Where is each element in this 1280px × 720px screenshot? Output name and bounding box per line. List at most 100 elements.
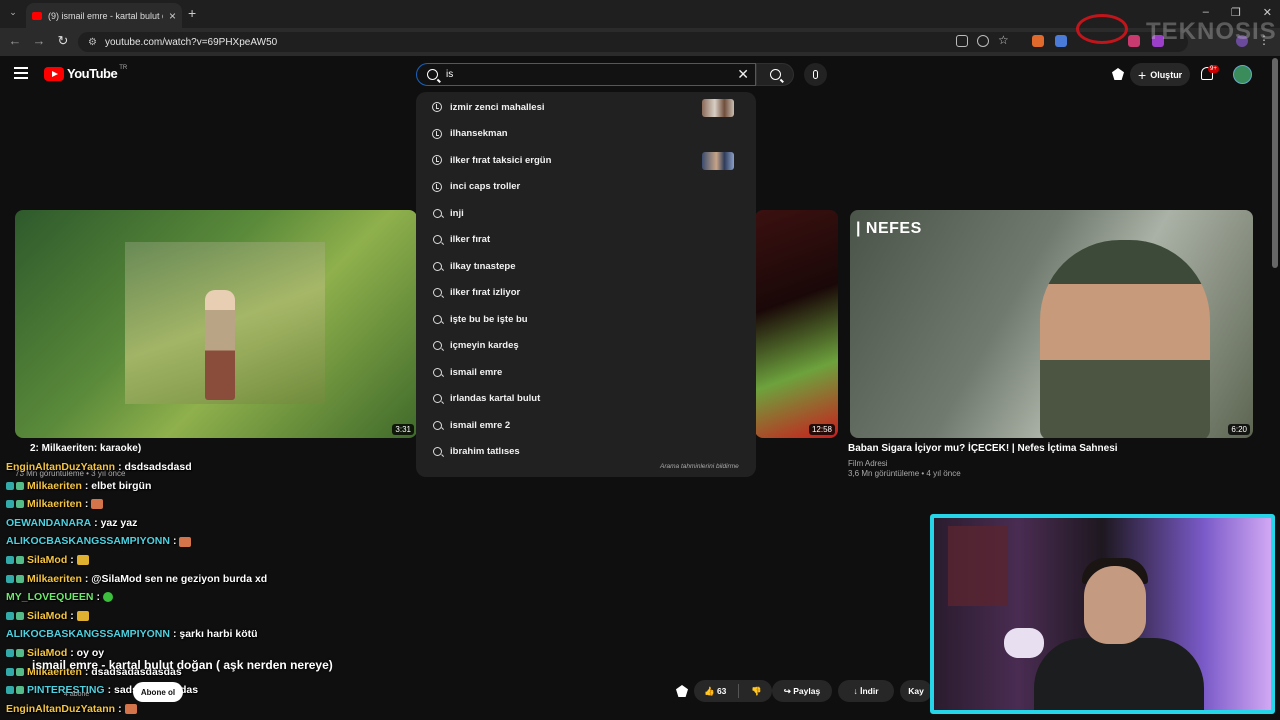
suggestion-text: inji (450, 207, 464, 219)
like-count: 63 (716, 685, 727, 696)
chat-text: : (172, 535, 177, 548)
video-title-3[interactable]: Baban Sigara İçiyor mu? İÇECEK! | Nefes … (848, 443, 1118, 454)
chat-message: MY_LOVEQUEEN: (6, 591, 114, 603)
chat-text: : (70, 554, 74, 566)
chat-username: ALIKOCBASKANGSSAMPIYONN (6, 628, 170, 641)
suggestion-text: ismail emre 2 (450, 419, 511, 431)
suggestion-item[interactable]: ilker fırat (416, 227, 756, 254)
close-tab-icon[interactable]: × (169, 9, 176, 23)
chat-badge-icon (6, 686, 14, 695)
extension-translate-icon[interactable] (1055, 35, 1067, 47)
video-duration-2: 12:58 (808, 424, 835, 435)
browser-tab[interactable]: (9) ismail emre - kartal bulut do × (26, 3, 182, 28)
tab-title: (9) ismail emre - kartal bulut do (48, 10, 163, 21)
video-meta-3: 3,6 Mn görüntüleme • 4 yıl önce (848, 469, 961, 478)
url-text: youtube.com/watch?v=69PHXpeAW50 (104, 36, 278, 48)
search-suggestions-dropdown: izmir zenci mahallesi ilhansekman ilker fı… (416, 92, 756, 477)
chat-emote-icon (103, 592, 114, 603)
chat-badge-icon (16, 500, 24, 509)
create-button[interactable]: + Oluştur (1130, 63, 1190, 86)
search-button[interactable] (756, 63, 794, 86)
address-bar[interactable]: ⚙ youtube.com/watch?v=69PHXpeAW50 (78, 32, 1188, 52)
hamburger-menu-icon[interactable] (14, 67, 28, 79)
save-button[interactable]: Kay (900, 680, 932, 702)
search-icon (427, 69, 438, 80)
save-label: Kay (908, 686, 924, 696)
suggestion-item[interactable]: inci caps troller (416, 174, 756, 201)
suggestion-item[interactable]: ilhansekman (416, 121, 756, 148)
search-icon (432, 235, 442, 245)
suggestion-item[interactable]: inji (416, 200, 756, 227)
chat-message: ALIKOCBASKANGSSAMPIYONN: (6, 535, 192, 548)
voice-search-button[interactable] (804, 63, 827, 86)
chat-badge-icon (6, 574, 14, 583)
chat-emote-icon (91, 499, 104, 510)
suggestion-item[interactable]: ilkay tınastepe (416, 253, 756, 280)
logo-ring-icon (1076, 14, 1128, 44)
site-info-icon[interactable]: ⚙ (88, 37, 97, 48)
video-thumbnail-1[interactable]: 3:31 (15, 210, 417, 438)
suggestion-thumbnail (702, 99, 734, 117)
install-app-icon[interactable] (956, 35, 968, 47)
report-predictions-link[interactable]: Arama tahminlerini bildirme (660, 463, 739, 470)
chat-badge-icon (16, 481, 24, 490)
download-button[interactable]: ↓ İndir (838, 680, 894, 702)
avatar[interactable] (1233, 65, 1252, 84)
suggestion-text: inci caps troller (450, 181, 521, 193)
chat-badge-icon (16, 667, 24, 676)
reload-icon[interactable]: ↻ (54, 33, 72, 49)
search-input[interactable]: is ✕ (416, 63, 756, 86)
suggestion-item[interactable]: ismail emre 2 (416, 412, 756, 439)
download-label: İndir (860, 686, 879, 696)
clear-search-icon[interactable]: ✕ (737, 66, 749, 83)
bookmark-star-icon[interactable]: ☆ (998, 33, 1009, 47)
zoom-icon[interactable] (977, 35, 989, 47)
search-icon (432, 314, 442, 324)
page-scrollbar[interactable] (1272, 58, 1278, 268)
thumbnail-overlay-text: | NEFES (856, 220, 922, 237)
suggestion-text: ilker fırat taksici ergün (450, 154, 552, 166)
chat-text: : (118, 702, 122, 715)
player-video-title: ismail emre - kartal bulut doğan ( aşk n… (32, 658, 333, 672)
history-icon (432, 128, 442, 139)
dislike-icon[interactable]: 👎 (751, 686, 762, 697)
forward-icon[interactable]: → (30, 33, 48, 48)
chat-username: SilaMod (27, 554, 68, 566)
chat-username: SilaMod (27, 609, 68, 622)
youtube-logo[interactable]: YouTube TR (44, 65, 127, 81)
suggestion-item[interactable]: irlandas kartal bulut (416, 386, 756, 413)
video-thumbnail-3[interactable]: | NEFES 6:20 (850, 210, 1253, 438)
suggestion-item[interactable]: ilker fırat izliyor (416, 280, 756, 307)
suggestion-item[interactable]: ilker fırat taksici ergün (416, 147, 756, 174)
tab-search-button[interactable]: ⌄ (6, 7, 20, 21)
chat-text: : şarkı harbi kötü (172, 628, 258, 641)
like-separator (738, 684, 740, 698)
video-thumbnail-2[interactable]: 12:58 (755, 210, 838, 438)
chat-username: OEWANDANARA (6, 516, 92, 529)
suggestion-item[interactable]: ismail emre (416, 359, 756, 386)
suggestion-text: ismail emre (450, 366, 503, 378)
search-icon (432, 208, 442, 218)
extension-fox-icon[interactable] (1032, 35, 1044, 47)
chat-badge-icon (16, 686, 24, 695)
chat-message: Milkaeriten: (6, 498, 104, 510)
suggestion-item[interactable]: içmeyin kardeş (416, 333, 756, 360)
back-icon[interactable]: ← (6, 33, 24, 48)
video-channel-3[interactable]: Film Adresi (848, 459, 888, 468)
suggestion-text: ilker fırat (450, 234, 491, 246)
clip-action-icon[interactable] (676, 685, 688, 697)
video-title-1[interactable]: 2: Milkaeriten: karaoke) (30, 443, 141, 454)
subscribe-button[interactable]: Abone ol (133, 682, 183, 702)
suggestion-item[interactable]: ibrahim tatlıses (416, 439, 756, 466)
suggestion-item[interactable]: izmir zenci mahallesi (416, 94, 756, 121)
chat-username: EnginAltanDuzYatann (6, 702, 116, 715)
new-tab-button[interactable]: + (188, 5, 196, 21)
chat-emote-icon (76, 611, 89, 622)
youtube-favicon-icon (32, 11, 42, 20)
like-button[interactable]: 👍 63 (704, 686, 726, 697)
chat-text: : dsdsadsdasd (118, 461, 192, 473)
chat-badge-icon (6, 612, 14, 621)
suggestion-item[interactable]: işte bu be işte bu (416, 306, 756, 333)
share-button[interactable]: ↪ Paylaş (772, 680, 832, 702)
suggestion-text: ilkay tınastepe (450, 260, 516, 272)
